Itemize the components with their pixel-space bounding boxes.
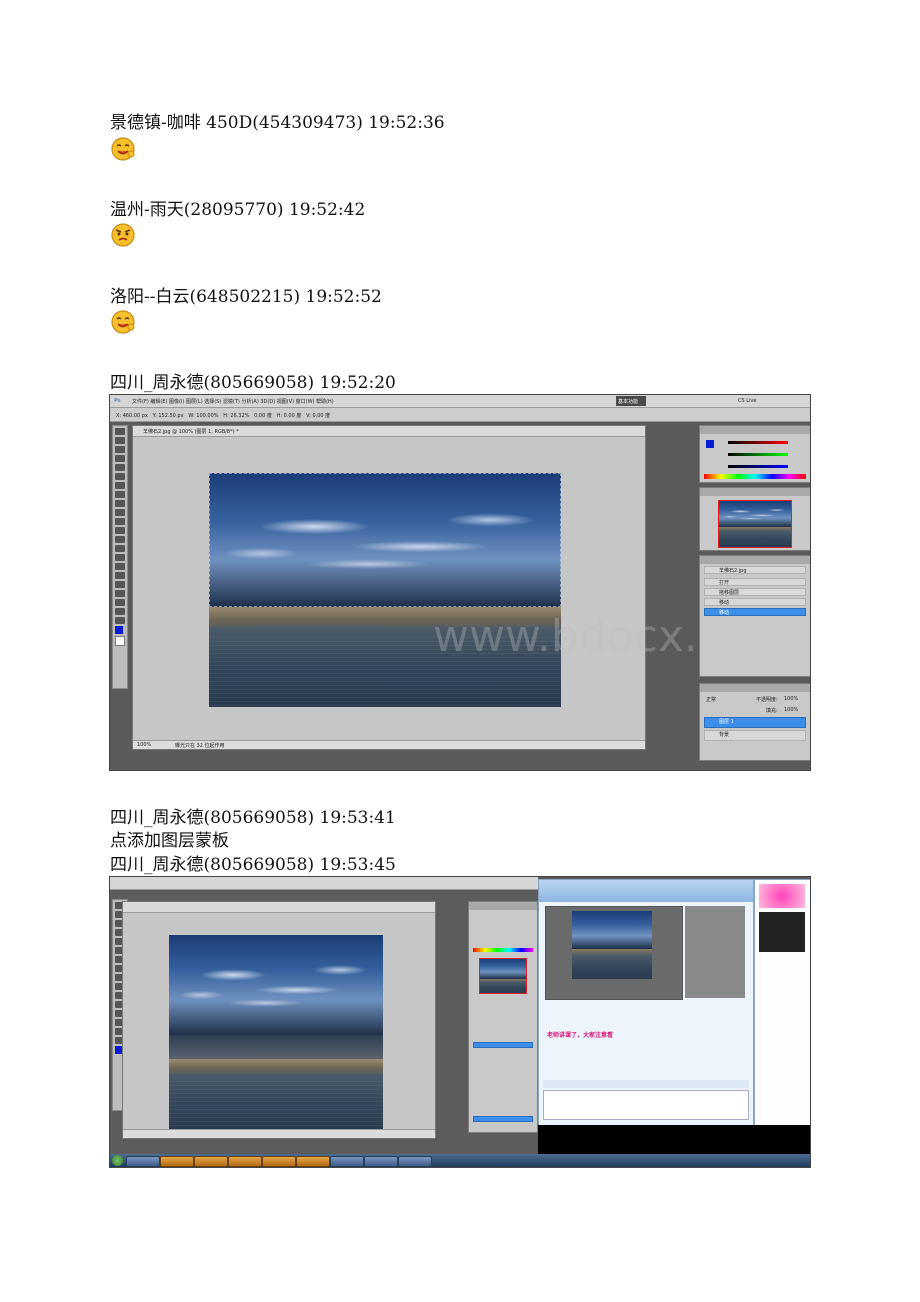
document-status-bar: 100% 曝光只在 32 位起作用 [133, 740, 645, 749]
ps-menubar [110, 877, 538, 890]
layers-panel: 正常 不透明度: 100% 填充: 100% 图层 1 背景 [699, 683, 810, 761]
qq-group-member-list [754, 879, 810, 1127]
history-item[interactable]: 拖移图层 [704, 588, 806, 596]
message-header: 四川_周永德(805669058) 19:53:41 [110, 808, 396, 828]
annoyed-emoji-icon [111, 223, 135, 247]
smile-emoji-icon [111, 137, 135, 161]
message-text: 点添加图层蒙板 [110, 831, 229, 851]
navigator-panel [699, 487, 810, 551]
cs-live-button[interactable]: CS Live [738, 398, 756, 404]
blend-mode-select[interactable]: 正常 [706, 696, 716, 703]
ps-options-bar: X: 460.00 px Y: 152.50 px W: 100.00% H: … [110, 408, 810, 422]
start-button-icon[interactable] [112, 1155, 123, 1166]
photoshop-screenshot: Ps 文件(F) 编辑(E) 图像(I) 图层(L) 选择(S) 滤镜(T) 分… [109, 394, 811, 771]
layer-row-selected[interactable]: 图层 1 [704, 717, 806, 728]
chat-highlight-message: 老师讲课了，大家注意看 [547, 1032, 614, 1039]
message-header: 四川_周永德(805669058) 19:52:20 [110, 373, 396, 393]
message-header: 温州-雨天(28095770) 19:52:42 [110, 200, 366, 220]
document-window: 羊佛石2.jpg @ 100% (图层 1, RGB/8*) * www.bdo… [132, 425, 792, 750]
layer-row[interactable]: 背景 [704, 730, 806, 741]
fill-input[interactable]: 100% [784, 707, 798, 713]
history-snapshot[interactable]: 羊佛石2.jpg [704, 566, 806, 574]
document-window [122, 901, 436, 1139]
opacity-input[interactable]: 100% [784, 696, 798, 702]
smile-emoji-icon [111, 310, 135, 334]
history-item-selected[interactable]: 移动 [704, 608, 806, 616]
foreground-color-swatch[interactable] [115, 626, 123, 634]
windows-taskbar [110, 1154, 810, 1167]
document-tab[interactable]: 羊佛石2.jpg @ 100% (图层 1, RGB/8*) * [133, 426, 645, 437]
ps-menubar: Ps 文件(F) 编辑(E) 图像(I) 图层(L) 选择(S) 滤镜(T) 分… [110, 395, 810, 408]
message-header: 四川_周永德(805669058) 19:53:45 [110, 855, 396, 875]
transform-bounding-box[interactable] [209, 473, 561, 607]
color-panel [699, 425, 810, 483]
ps-toolbox[interactable] [112, 425, 128, 689]
history-item[interactable]: 打开 [704, 578, 806, 586]
message-header: 洛阳--白云(648502215) 19:52:52 [110, 287, 382, 307]
message-header: 景德镇-咖啡 450D(454309473) 19:52:36 [110, 113, 445, 133]
workspace-label[interactable]: 基本功能 [618, 398, 638, 405]
qq-chat-window: 老师讲课了，大家注意看 [538, 879, 754, 1127]
side-panels [468, 901, 538, 1133]
desktop-screenshot: 老师讲课了，大家注意看 [109, 876, 811, 1168]
history-panel: 羊佛石2.jpg 打开 拖移图层 移动 移动 [699, 555, 810, 677]
history-item[interactable]: 移动 [704, 598, 806, 606]
background-color-swatch[interactable] [115, 636, 125, 646]
